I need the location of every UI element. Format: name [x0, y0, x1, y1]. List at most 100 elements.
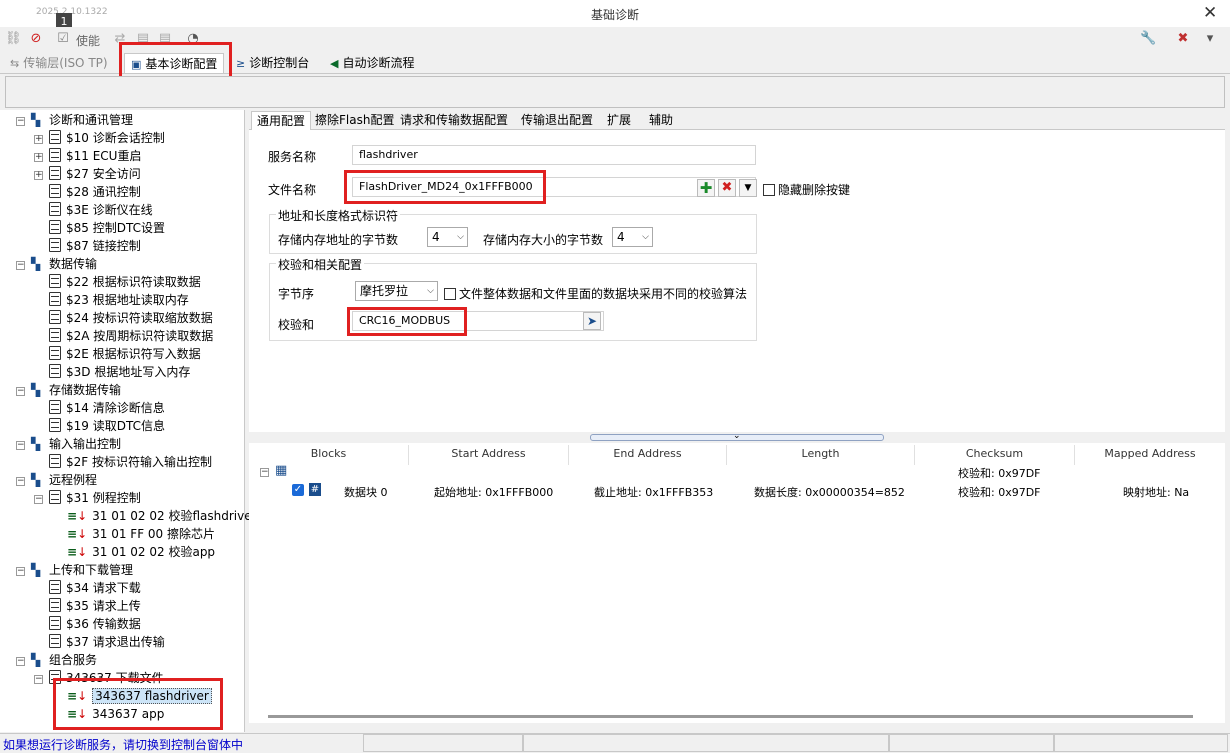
tree-node[interactable]: − $31 例程控制	[34, 489, 141, 507]
byte-order-value: 摩托罗拉	[360, 284, 409, 298]
tab-diagnostic-console[interactable]: ≥ 诊断控制台	[230, 53, 315, 73]
tree-node-label: $23 根据地址读取内存	[66, 293, 189, 307]
col-length[interactable]: Length	[727, 445, 915, 465]
tab-auxiliary[interactable]: 辅助	[644, 111, 678, 130]
expand-toggle[interactable]: −	[34, 495, 43, 504]
document-icon	[49, 418, 61, 432]
tree-node[interactable]: − ▚ 诊断和通讯管理	[16, 111, 133, 129]
col-end-address[interactable]: End Address	[569, 445, 727, 465]
expand-toggle[interactable]: −	[16, 261, 25, 270]
tree-node[interactable]: $85 控制DTC设置	[49, 219, 165, 237]
tree-node[interactable]: $2E 根据标识符写入数据	[49, 345, 201, 363]
tree-node[interactable]: $35 请求上传	[49, 597, 141, 615]
diff-algo-checkbox[interactable]: 文件整体数据和文件里面的数据块采用不同的校验算法	[444, 285, 747, 302]
tree-node[interactable]: $22 根据标识符读取数据	[49, 273, 201, 291]
tree-node[interactable]: $3E 诊断仪在线	[49, 201, 153, 219]
tree-node[interactable]: $34 请求下载	[49, 579, 141, 597]
diff-algo-label: 文件整体数据和文件里面的数据块采用不同的校验算法	[459, 287, 748, 301]
checkbox-box[interactable]	[444, 288, 456, 300]
tree-node[interactable]: − ▚ 数据传输	[16, 255, 97, 273]
hide-delete-checkbox[interactable]: 隐藏删除按键	[763, 181, 850, 198]
expand-toggle[interactable]: −	[16, 441, 25, 450]
tab-request-transfer-config[interactable]: 请求和传输数据配置	[395, 111, 513, 130]
byte-order-select[interactable]: 摩托罗拉 ⌵	[355, 281, 438, 301]
tree-node[interactable]: $3D 根据地址写入内存	[49, 363, 190, 381]
document-icon	[49, 364, 61, 378]
tree-node[interactable]: $2F 按标识符输入输出控制	[49, 453, 212, 471]
window-menu-icon[interactable]: ▾	[1202, 31, 1218, 47]
tree-node[interactable]: $2A 按周期标识符读取数据	[49, 327, 213, 345]
tree-node[interactable]: ≡↓ 31 01 02 02 校验flashdriver	[67, 507, 257, 525]
connect-icon[interactable]: ⛓	[5, 31, 22, 47]
expand-toggle[interactable]: −	[16, 567, 25, 576]
document-icon	[49, 400, 61, 414]
col-start-address[interactable]: Start Address	[409, 445, 569, 465]
expand-toggle[interactable]: −	[16, 657, 25, 666]
horizontal-scrollbar[interactable]	[268, 715, 1193, 718]
wrench-icon[interactable]: 🔧	[1140, 31, 1156, 47]
tree-node-label: 31 01 FF 00 擦除芯片	[92, 527, 215, 541]
tree-node[interactable]: + $27 安全访问	[34, 165, 141, 183]
size-bytes-select[interactable]: 4 ⌵	[612, 227, 653, 247]
add-file-button[interactable]: ✚	[697, 179, 715, 197]
tree-node[interactable]: $37 请求退出传输	[49, 633, 165, 651]
col-checksum[interactable]: Checksum	[915, 445, 1075, 465]
document-icon	[49, 148, 61, 162]
tab-general-config[interactable]: 通用配置	[251, 111, 312, 130]
row-checkbox[interactable]: ✓	[292, 484, 304, 496]
tree-node[interactable]: − ▚ 远程例程	[16, 471, 97, 489]
tree-node[interactable]: + $11 ECU重启	[34, 147, 141, 165]
expand-toggle[interactable]: −	[34, 675, 43, 684]
tab-transport-layer[interactable]: ⇆ 传输层(ISO TP)	[4, 53, 114, 73]
tree-node[interactable]: ≡↓ 31 01 02 02 校验app	[67, 543, 215, 561]
close-icon[interactable]: ✕	[1203, 3, 1217, 23]
addr-bytes-select[interactable]: 4 ⌵	[427, 227, 468, 247]
expand-toggle[interactable]: +	[34, 135, 43, 144]
tab-erase-flash-config[interactable]: 擦除Flash配置	[310, 111, 399, 130]
tree-node[interactable]: ≡↓ 31 01 FF 00 擦除芯片	[67, 525, 215, 543]
expand-toggle[interactable]: −	[16, 477, 25, 486]
tree-node[interactable]: $24 按标识符读取缩放数据	[49, 309, 213, 327]
checkbox-box[interactable]	[763, 184, 775, 196]
expand-toggle[interactable]: −	[16, 387, 25, 396]
end-address: 截止地址: 0x1FFFB353	[594, 486, 714, 499]
cursor-icon[interactable]: ➤	[583, 312, 601, 330]
tree-node[interactable]: − ▚ 输入输出控制	[16, 435, 121, 453]
tree-node[interactable]: $14 清除诊断信息	[49, 399, 165, 417]
tab-auto-diagnostic-flow[interactable]: ◀ 自动诊断流程	[324, 53, 420, 73]
delete-file-button[interactable]: ✖	[718, 179, 736, 197]
tree-node[interactable]: $19 读取DTC信息	[49, 417, 165, 435]
col-blocks[interactable]: Blocks	[249, 445, 409, 465]
enable-checkbox-icon[interactable]: ☑	[55, 31, 71, 47]
folder-tree-icon: ▚	[31, 653, 41, 667]
tree-node-label: $27 安全访问	[66, 167, 141, 181]
tree-node[interactable]: + $10 诊断会话控制	[34, 129, 165, 147]
tree-node[interactable]: $28 通讯控制	[49, 183, 141, 201]
tree-node[interactable]: − ▚ 组合服务	[16, 651, 97, 669]
document-icon	[49, 328, 61, 342]
file-dropdown-button[interactable]: ▼	[739, 179, 757, 197]
tree-node[interactable]: $36 传输数据	[49, 615, 141, 633]
service-name-input[interactable]: flashdriver	[352, 145, 756, 165]
expand-toggle[interactable]: +	[34, 171, 43, 180]
routine-icon: ≡↓	[67, 509, 88, 523]
tree-node[interactable]: − ▚ 存储数据传输	[16, 381, 121, 399]
tree-node[interactable]: $87 链接控制	[49, 237, 141, 255]
expand-toggle[interactable]: +	[34, 153, 43, 162]
checksum-value: 校验和: 0x97DF	[958, 486, 1041, 499]
tree-node-label: $87 链接控制	[66, 239, 141, 253]
tab-extension[interactable]: 扩展	[602, 111, 636, 130]
status-message: 如果想运行诊断服务，请切换到控制台窗体中	[3, 738, 244, 752]
tree-node-label: 31 01 02 02 校验app	[92, 545, 216, 559]
tab-label: 诊断控制台	[249, 56, 310, 70]
tree-node[interactable]: − ▚ 上传和下载管理	[16, 561, 133, 579]
tree-node-label: 数据传输	[49, 257, 98, 271]
expand-toggle[interactable]: −	[16, 117, 25, 126]
col-mapped-address[interactable]: Mapped Address	[1075, 445, 1225, 465]
tab-transfer-exit-config[interactable]: 传输退出配置	[516, 111, 598, 130]
disconnect-icon[interactable]: ⊘	[28, 31, 44, 47]
close-tab-icon[interactable]: ✖	[1175, 31, 1191, 47]
size-bytes-value: 4	[617, 230, 625, 244]
tree-node[interactable]: $23 根据地址读取内存	[49, 291, 189, 309]
expand-toggle[interactable]: −	[260, 465, 275, 478]
